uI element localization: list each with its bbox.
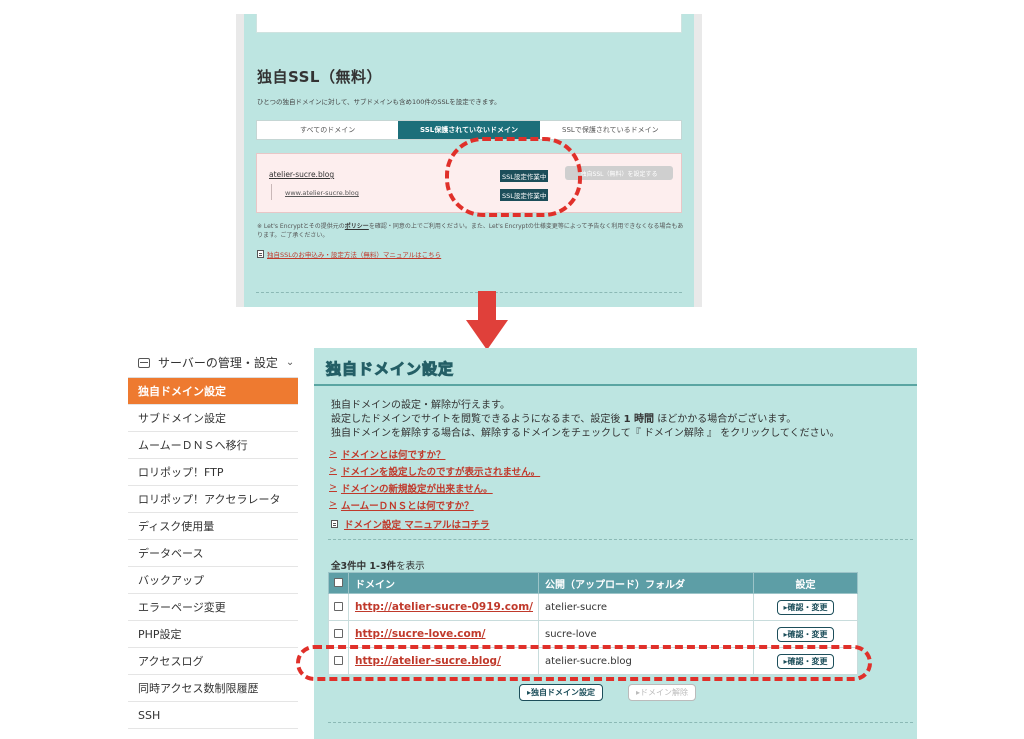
ssl-note-text: ※ Let's Encryptとその提供元の [257,223,345,230]
sidebar-item-accelerator[interactable]: ロリポップ！アクセラレータ [128,486,298,513]
table-row: http://sucre-love.com/ sucre-love ▸確認・変更 [328,620,858,648]
tab-all-domains[interactable]: すべてのドメイン [257,121,398,139]
help-link-label[interactable]: ムームーＤＮＳとは何ですか？ [341,498,474,512]
help-link-label[interactable]: ドメインの新規設定が出来ません。 [341,481,493,495]
row-checkbox[interactable] [334,602,343,611]
result-count: 全3件中 1-3件を表示 [331,558,425,572]
sidebar-header-label: サーバーの管理・設定 [158,356,278,370]
divider [256,292,682,293]
ssl-panel-top-box [256,14,682,33]
desc-line: 設定したドメインでサイトを閲覧できるようになるまで、設定後 1 時間 ほどかかる… [331,413,840,427]
chevron-right-icon: > [329,482,337,493]
sidebar-item-php[interactable]: PHP設定 [128,621,298,648]
chevron-right-icon: > [329,465,337,476]
ssl-note: ※ Let's Encryptとその提供元のポリシーを確認・同意の上でご利用くだ… [257,222,685,240]
settings-cell: ▸確認・変更 [753,593,858,621]
help-link-label[interactable]: ドメインとは何ですか？ [341,447,446,461]
domain-link[interactable]: http://atelier-sucre-0919.com/ [355,601,533,613]
chevron-down-icon: ⌄ [285,357,295,368]
desc-text: ほどかかる場合がございます。 [654,414,797,425]
confirm-change-button[interactable]: ▸確認・変更 [777,599,834,615]
help-link[interactable]: > ドメインとは何ですか？ [329,445,540,462]
sidebar: サーバーの管理・設定 ⌄ 独自ドメイン設定 サブドメイン設定 ムームーＤＮＳへ移… [128,348,298,739]
sidebar-item-subdomain[interactable]: サブドメイン設定 [128,405,298,432]
table-row: http://atelier-sucre-0919.com/ atelier-s… [328,593,858,621]
confirm-change-button[interactable]: ▸確認・変更 [777,626,834,642]
row-checkbox[interactable] [334,629,343,638]
down-arrow-head-icon [466,320,508,350]
ssl-manual-link[interactable]: 独自SSLのお申込み・設定方法（無料）マニュアルはこちら [257,249,441,259]
select-all-checkbox[interactable] [334,578,343,587]
folder-cell: sucre-love [538,620,754,648]
main-description: 独自ドメインの設定・解除が行えます。 設定したドメインでサイトを閲覧できるように… [331,399,840,441]
title-underline [314,384,917,386]
select-all-cell [328,572,349,594]
help-link[interactable]: > ドメインの新規設定が出来ません。 [329,479,540,496]
desc-text: 設定したドメインでサイトを閲覧できるようになるまで、設定後 [331,414,624,425]
folder-cell: atelier-sucre [538,593,754,621]
table-header-row: ドメイン 公開（アップロード）フォルダ 設定 [328,572,858,594]
sidebar-item-access-log[interactable]: アクセスログ [128,648,298,675]
sidebar-item-ftp[interactable]: ロリポップ！FTP [128,459,298,486]
ssl-subdomain[interactable]: www.atelier-sucre.blog [285,189,359,197]
desc-line: 独自ドメインの設定・解除が行えます。 [331,400,510,411]
release-domain-button[interactable]: ▸ドメイン解除 [628,684,697,701]
column-header-domain: ドメイン [348,572,539,594]
row-checkbox-cell [328,593,349,621]
ssl-tree-line [271,184,272,200]
highlight-oval [445,137,582,217]
sidebar-item-concurrent-access[interactable]: 同時アクセス数制限履歴 [128,675,298,702]
domain-cell: http://atelier-sucre-0919.com/ [348,593,539,621]
ssl-domain[interactable]: atelier-sucre.blog [269,170,334,179]
server-icon [138,357,150,368]
sidebar-item-error-page[interactable]: エラーページ変更 [128,594,298,621]
table-actions: ▸独自ドメイン設定 ▸ドメイン解除 [519,684,697,701]
ssl-description: ひとつの独自ドメインに対して、サブドメインも含め100件のSSLを設定できます。 [257,98,501,106]
help-link[interactable]: > ドメインを設定したのですが表示されません。 [329,462,540,479]
sidebar-item-muumuu-dns[interactable]: ムームーＤＮＳへ移行 [128,432,298,459]
document-icon [257,250,264,258]
desc-line: 独自ドメインを解除する場合は、解除するドメインをチェックして『 ドメイン解除 』… [331,428,840,439]
row-checkbox-cell [328,620,349,648]
chevron-right-icon: > [329,499,337,510]
column-header-settings: 設定 [753,572,858,594]
tab-protected-domains[interactable]: SSLで保護されているドメイン [540,121,681,139]
sidebar-item-custom-domain[interactable]: 独自ドメイン設定 [128,378,298,405]
desc-bold: 1 時間 [623,414,655,425]
highlight-oval [296,645,872,681]
divider [328,539,913,540]
help-links: > ドメインとは何ですか？ > ドメインを設定したのですが表示されません。 > ドメイ… [329,445,540,513]
domain-manual-link[interactable]: ドメイン設定 マニュアルはコチラ [331,517,490,531]
domain-manual-label[interactable]: ドメイン設定 マニュアルはコチラ [344,517,490,531]
divider [328,722,913,723]
ssl-tabs: すべてのドメイン SSL保護されていないドメイン SSLで保護されているドメイン [256,120,682,140]
result-count-suffix: を表示 [396,561,425,572]
result-count-bold: 全3件中 1-3件 [331,561,397,572]
page-title: 独自ドメイン設定 [325,360,455,379]
sidebar-item-ssh[interactable]: SSH [128,702,298,729]
set-domain-button[interactable]: ▸独自ドメイン設定 [519,684,604,701]
ssl-title: 独自SSL（無料） [257,68,382,86]
domain-link[interactable]: http://sucre-love.com/ [355,628,486,640]
settings-cell: ▸確認・変更 [753,620,858,648]
column-header-folder: 公開（アップロード）フォルダ [538,572,754,594]
ssl-manual-label[interactable]: 独自SSLのお申込み・設定方法（無料）マニュアルはこちら [267,249,441,259]
sidebar-item-disk-usage[interactable]: ディスク使用量 [128,513,298,540]
down-arrow-icon [478,291,496,321]
sidebar-item-backup[interactable]: バックアップ [128,567,298,594]
sidebar-item-database[interactable]: データベース [128,540,298,567]
chevron-right-icon: > [329,448,337,459]
domain-cell: http://sucre-love.com/ [348,620,539,648]
document-icon [331,520,338,528]
help-link[interactable]: > ムームーＤＮＳとは何ですか？ [329,496,540,513]
sidebar-header[interactable]: サーバーの管理・設定 ⌄ [128,348,298,378]
ssl-policy-link[interactable]: ポリシー [345,223,369,230]
help-link-label[interactable]: ドメインを設定したのですが表示されません。 [341,464,540,478]
